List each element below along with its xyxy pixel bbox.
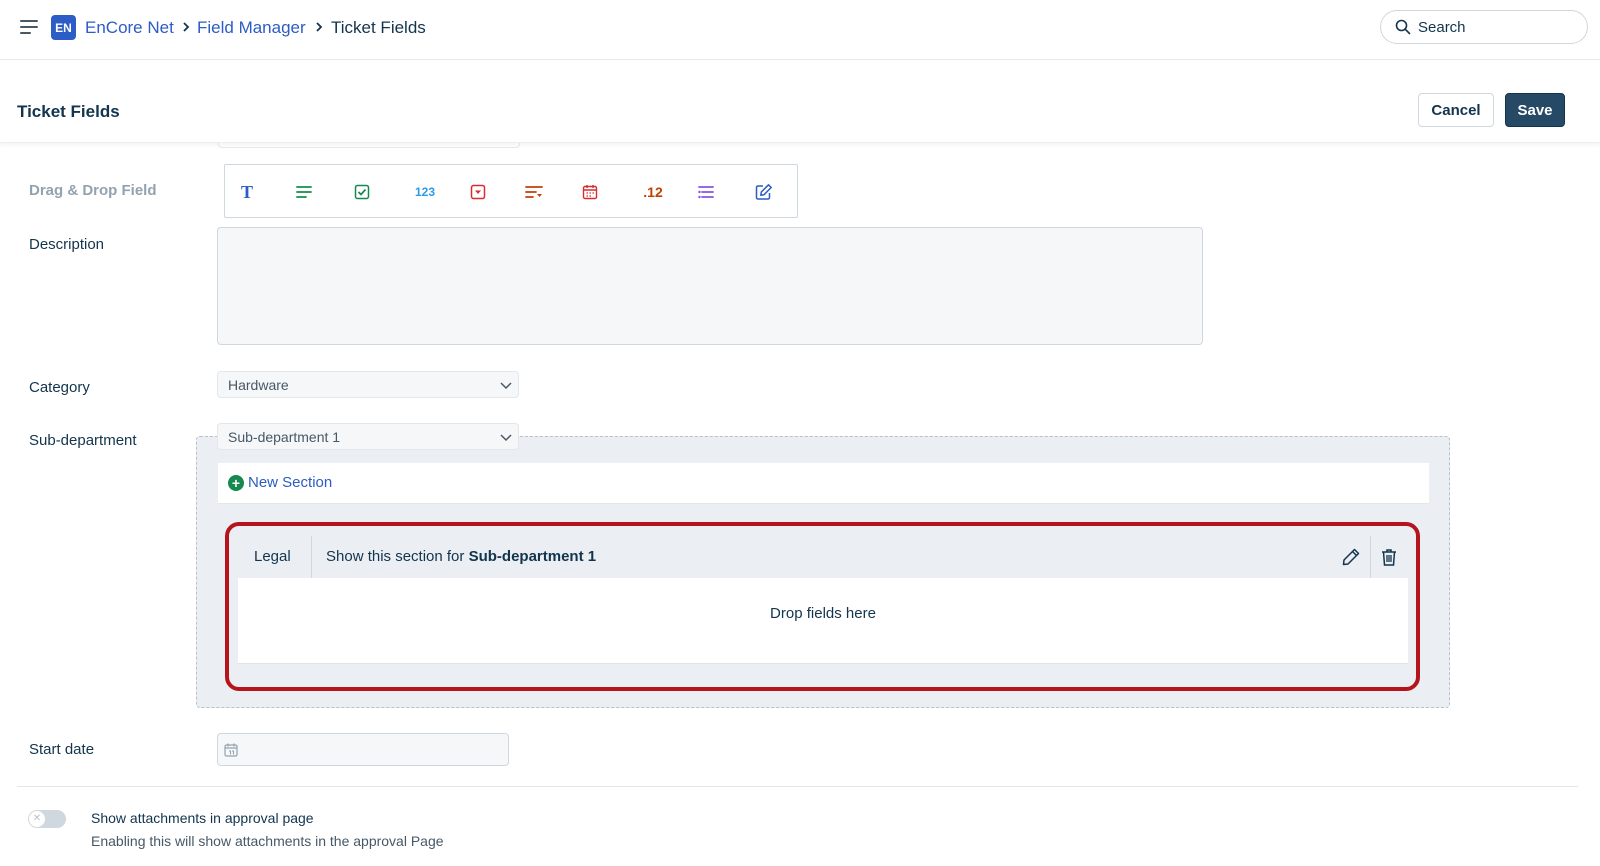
section-highlight-outline xyxy=(225,522,1420,691)
field-type-toolbox: T 123 .12 xyxy=(224,164,798,218)
new-section-bar: + New Section xyxy=(218,463,1429,504)
new-section-label: New Section xyxy=(248,474,333,491)
add-circle-icon: + xyxy=(228,474,244,491)
chevron-right-icon xyxy=(316,22,323,32)
top-bar: EN EnCore Net Field Manager Ticket Field… xyxy=(0,0,1600,60)
breadcrumb-encore-net[interactable]: EnCore Net xyxy=(85,17,174,39)
subdepartment-select[interactable]: Sub-department 1 xyxy=(217,423,519,450)
chevron-right-icon xyxy=(183,22,190,32)
number-field-icon[interactable]: 123 xyxy=(407,179,443,205)
new-section-button[interactable]: + New Section xyxy=(228,474,332,491)
start-date-input[interactable] xyxy=(217,733,509,766)
breadcrumb-field-manager[interactable]: Field Manager xyxy=(197,17,306,39)
description-label: Description xyxy=(29,236,105,253)
date-field-icon[interactable] xyxy=(577,179,603,205)
cancel-button[interactable]: Cancel xyxy=(1418,93,1494,127)
paragraph-field-icon[interactable] xyxy=(291,179,317,205)
search-icon xyxy=(1395,19,1411,35)
multiselect-field-icon[interactable] xyxy=(693,179,719,205)
category-value: Hardware xyxy=(228,377,289,393)
drag-drop-label: Drag & Drop Field xyxy=(29,182,157,199)
app-badge: EN xyxy=(51,15,76,40)
category-select[interactable]: Hardware xyxy=(217,371,519,398)
save-button[interactable]: Save xyxy=(1505,93,1565,127)
calendar-icon xyxy=(224,743,238,757)
subdepartment-label: Sub-department xyxy=(29,432,137,449)
show-attachments-help: Enabling this will show attachments in t… xyxy=(91,833,444,849)
page-header: Ticket Fields Cancel Save xyxy=(0,61,1600,143)
category-label: Category xyxy=(29,379,90,396)
text-field-icon[interactable]: T xyxy=(234,179,260,205)
chevron-down-icon xyxy=(500,382,512,390)
start-date-label: Start date xyxy=(29,741,95,758)
toggle-knob: ✕ xyxy=(29,811,45,827)
dropdown-field-icon[interactable] xyxy=(465,179,491,205)
description-textarea[interactable] xyxy=(217,227,1203,345)
checkbox-field-icon[interactable] xyxy=(349,179,375,205)
show-attachments-toggle[interactable]: ✕ xyxy=(28,810,66,828)
page-title: Ticket Fields xyxy=(17,102,120,121)
decimal-field-icon[interactable]: .12 xyxy=(635,179,671,205)
breadcrumb-ticket-fields: Ticket Fields xyxy=(331,18,426,37)
hamburger-menu-icon[interactable] xyxy=(20,18,40,36)
search-input[interactable] xyxy=(1418,17,1578,37)
chevron-down-icon xyxy=(500,434,512,442)
dependent-field-icon[interactable] xyxy=(521,179,547,205)
divider xyxy=(17,786,1578,787)
search-box[interactable] xyxy=(1380,10,1588,44)
subdepartment-value: Sub-department 1 xyxy=(228,429,341,445)
edit-field-icon[interactable] xyxy=(751,179,777,205)
show-attachments-label: Show attachments in approval page xyxy=(91,810,314,826)
